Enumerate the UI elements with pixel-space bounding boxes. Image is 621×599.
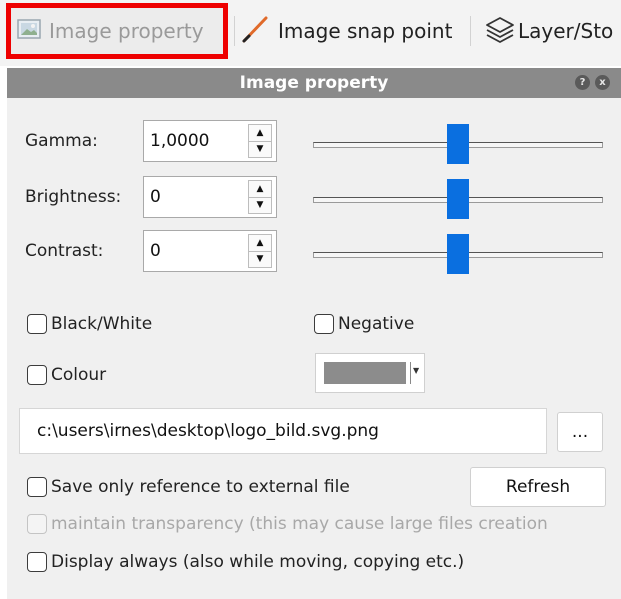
image-icon [17, 18, 41, 45]
browse-button[interactable]: ... [557, 412, 603, 452]
image-snap-point-tool-label: Image snap point [278, 19, 453, 43]
maintain-transparency-checkbox-box [27, 514, 47, 534]
negative-label: Negative [338, 314, 415, 334]
gamma-value: 1,0000 [150, 131, 210, 151]
display-always-label: Display always (also while moving, copyi… [51, 552, 465, 572]
display-always-checkbox-box[interactable] [27, 552, 47, 572]
save-reference-label: Save only reference to external file [51, 477, 350, 497]
contrast-slider-thumb[interactable] [447, 234, 469, 274]
brightness-value: 0 [150, 187, 161, 207]
help-icon[interactable]: ? [575, 75, 590, 90]
layers-icon [484, 13, 516, 50]
colour-picker-separator [410, 362, 411, 384]
brightness-decrement-icon[interactable]: ▼ [249, 197, 271, 213]
layer-store-tool-label: Layer/Sto [518, 19, 614, 43]
image-snap-point-tool-button[interactable]: Image snap point [240, 8, 452, 54]
brightness-increment-icon[interactable]: ▲ [249, 181, 271, 198]
black-white-checkbox[interactable]: Black/White [27, 314, 152, 334]
black-white-checkbox-box[interactable] [27, 314, 47, 334]
chevron-down-icon[interactable]: ▼ [413, 366, 419, 375]
contrast-spinbox[interactable]: 0 ▲ ▼ [143, 230, 277, 272]
brightness-slider-thumb[interactable] [447, 179, 469, 219]
gamma-decrement-icon[interactable]: ▼ [249, 141, 271, 157]
gamma-spinner-arrows: ▲ ▼ [248, 124, 272, 158]
colour-checkbox-box[interactable] [27, 365, 47, 385]
gamma-label: Gamma: [25, 131, 98, 151]
negative-checkbox-box[interactable] [314, 314, 334, 334]
contrast-value: 0 [150, 241, 161, 261]
layer-store-tool-button[interactable]: Layer/Sto [484, 8, 613, 54]
image-property-tool-label: Image property [49, 19, 204, 43]
toolbar: Image property Image snap point Layer/St… [0, 0, 621, 66]
black-white-label: Black/White [51, 314, 153, 334]
refresh-button[interactable]: Refresh [470, 467, 606, 507]
toolbar-separator [234, 16, 235, 46]
gamma-slider[interactable] [313, 122, 603, 166]
colour-label: Colour [51, 365, 107, 385]
image-file-path-field[interactable]: c:\users\irnes\desktop\logo_bild.svg.png [19, 408, 547, 454]
colour-checkbox[interactable]: Colour [27, 365, 106, 385]
maintain-transparency-label: maintain transparency (this may cause la… [51, 514, 548, 534]
contrast-decrement-icon[interactable]: ▼ [249, 251, 271, 267]
display-always-checkbox[interactable]: Display always (also while moving, copyi… [27, 552, 464, 572]
maintain-transparency-checkbox: maintain transparency (this may cause la… [27, 514, 548, 534]
gamma-spinbox[interactable]: 1,0000 ▲ ▼ [143, 120, 277, 162]
pen-icon [240, 14, 270, 49]
close-icon[interactable]: x [595, 75, 610, 90]
dock-title-text: Image property [239, 73, 389, 93]
image-property-tool-button[interactable]: Image property [6, 3, 228, 59]
colour-picker-dropdown[interactable]: ▼ [315, 353, 425, 393]
image-property-dock-title: Image property ? x [7, 68, 621, 98]
contrast-spinner-arrows: ▲ ▼ [248, 234, 272, 268]
contrast-slider[interactable] [313, 232, 603, 276]
gamma-slider-thumb[interactable] [447, 124, 469, 164]
save-reference-checkbox[interactable]: Save only reference to external file [27, 477, 350, 497]
colour-swatch [324, 362, 406, 384]
image-property-panel: Gamma: 1,0000 ▲ ▼ Brightness: 0 ▲ ▼ Cont… [7, 98, 621, 599]
brightness-slider[interactable] [313, 177, 603, 221]
brightness-label: Brightness: [25, 187, 122, 207]
brightness-spinbox[interactable]: 0 ▲ ▼ [143, 176, 277, 218]
brightness-spinner-arrows: ▲ ▼ [248, 180, 272, 214]
toolbar-separator [470, 16, 471, 46]
contrast-increment-icon[interactable]: ▲ [249, 235, 271, 252]
negative-checkbox[interactable]: Negative [314, 314, 414, 334]
save-reference-checkbox-box[interactable] [27, 477, 47, 497]
gamma-increment-icon[interactable]: ▲ [249, 125, 271, 142]
contrast-label: Contrast: [25, 241, 104, 261]
